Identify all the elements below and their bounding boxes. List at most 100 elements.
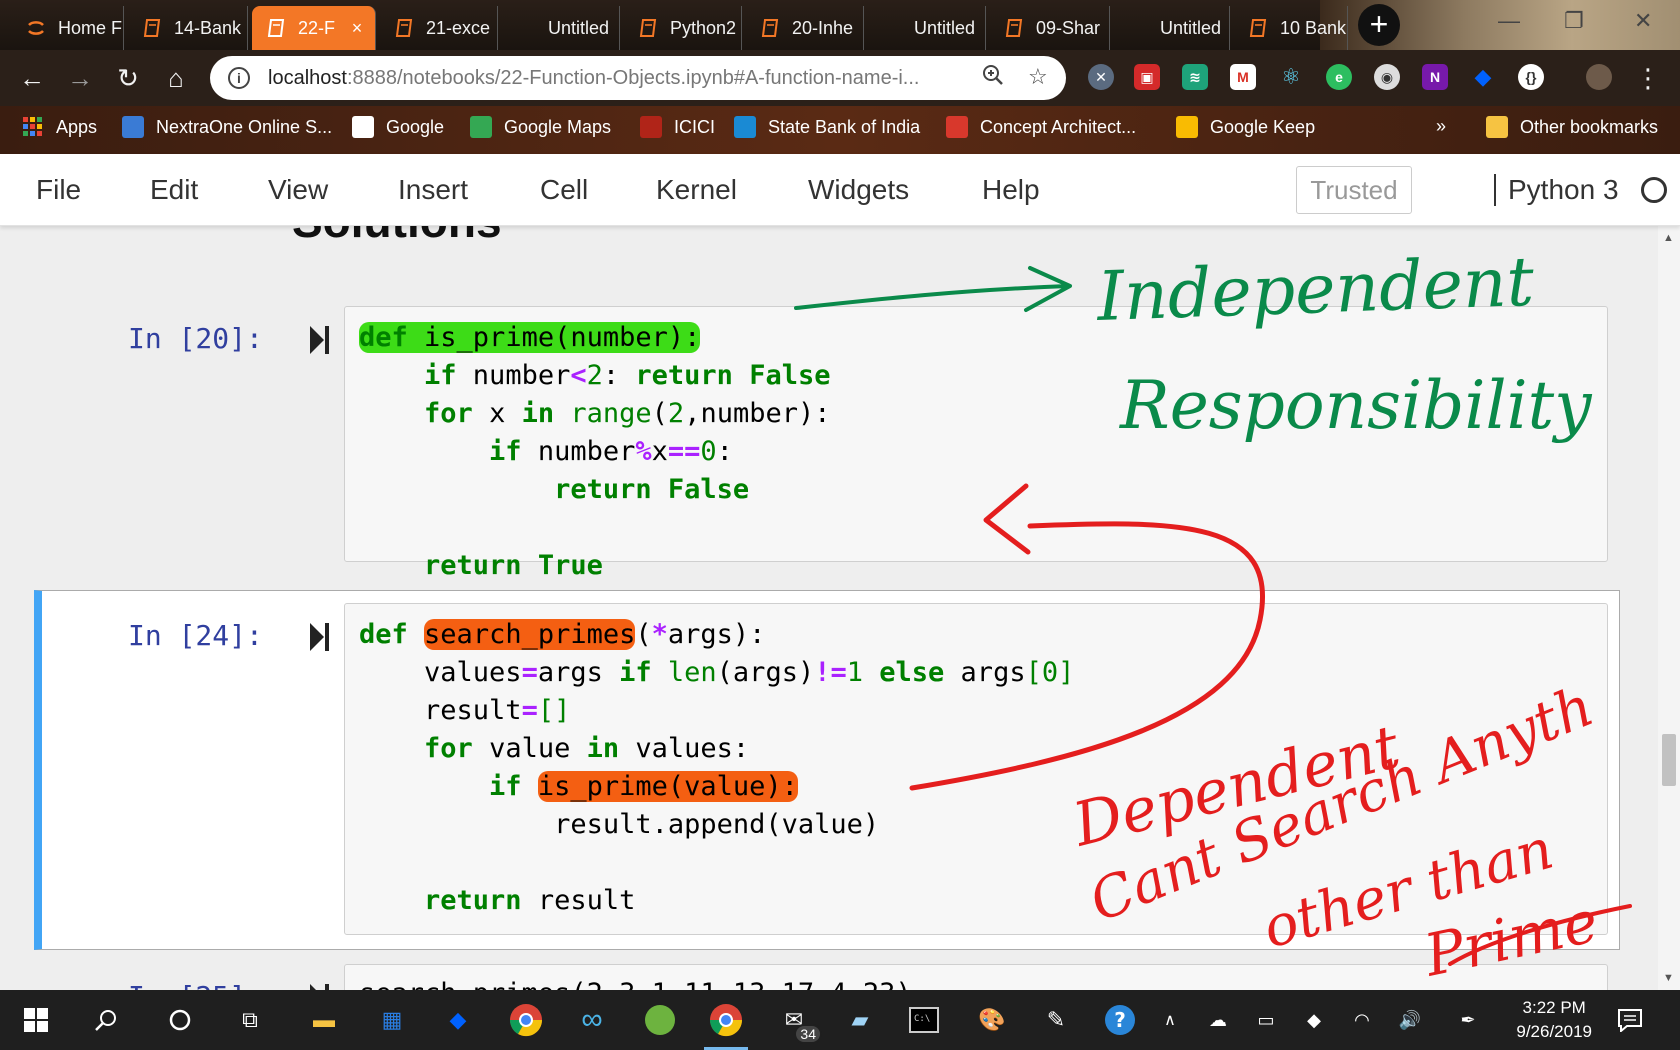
menu-widgets[interactable]: Widgets (808, 174, 909, 206)
code-cell[interactable]: In [25]: search_primes(2,3,1,11,13,17,4,… (34, 964, 1620, 990)
extension-train-icon[interactable]: ▣ (1134, 64, 1160, 90)
tab-title: Untitled (914, 17, 976, 38)
bookmark-star-icon[interactable]: ☆ (1028, 64, 1048, 90)
paint-icon[interactable]: 🎨 (970, 998, 1014, 1042)
extension-stack-icon[interactable]: ≋ (1182, 64, 1208, 90)
bookmark-apps[interactable]: Apps (22, 116, 97, 138)
tab[interactable]: 10 Bank (1234, 6, 1348, 50)
file-explorer-icon[interactable]: ▬ (302, 998, 346, 1042)
search-icon[interactable] (84, 998, 128, 1042)
scroll-down-icon[interactable]: ▼ (1663, 972, 1674, 984)
spring-icon[interactable] (638, 998, 682, 1042)
new-tab-button[interactable]: + (1358, 4, 1400, 46)
cell-input[interactable]: def search_primes(*args): values=args if… (344, 603, 1608, 935)
battery-icon[interactable]: ▭ (1244, 998, 1288, 1042)
tab[interactable]: 09-Shar (990, 6, 1110, 50)
menu-kernel[interactable]: Kernel (656, 174, 737, 206)
menu-edit[interactable]: Edit (150, 174, 198, 206)
code-editor[interactable]: def search_primes(*args): values=args if… (359, 616, 1074, 920)
extension-evernote-icon[interactable]: e (1326, 64, 1352, 90)
forward-icon[interactable]: → (62, 60, 98, 96)
tab[interactable]: 20-Inhe (746, 6, 864, 50)
chrome-menu-icon[interactable]: ⋮ (1630, 60, 1666, 96)
cell-input[interactable]: def is_prime(number): if number<2: retur… (344, 306, 1608, 581)
extension-dropbox-icon[interactable]: ◆ (1470, 64, 1496, 90)
bookmarks-overflow[interactable]: » (1436, 116, 1446, 137)
snipping-icon[interactable]: ✎ (1034, 998, 1078, 1042)
address-bar[interactable]: i localhost :8888/notebooks/22-Function-… (210, 56, 1066, 100)
back-icon[interactable]: ← (14, 60, 50, 96)
other-bookmarks[interactable]: Other bookmarks (1486, 116, 1658, 138)
chrome-active-icon[interactable] (704, 998, 748, 1050)
site-info-icon[interactable]: i (228, 67, 250, 89)
close-window-icon[interactable]: ✕ (1634, 8, 1652, 34)
scroll-up-icon[interactable]: ▲ (1663, 232, 1674, 244)
tab[interactable]: Python2 (624, 6, 742, 50)
help-icon[interactable]: ? (1098, 998, 1142, 1042)
tab-active[interactable]: 22-F × (252, 6, 376, 50)
extension-onenote-icon[interactable]: N (1422, 64, 1448, 90)
tab[interactable]: 21-exce (380, 6, 498, 50)
dropbox-icon[interactable]: ◆ (436, 998, 480, 1042)
bookmark-concept-architect[interactable]: Concept Architect... (946, 116, 1136, 138)
bookmark-icici[interactable]: ICICI (640, 116, 715, 138)
home-icon[interactable]: ⌂ (158, 60, 194, 96)
mail-icon[interactable]: ✉ 34 (772, 998, 822, 1044)
notebook-scrollbar[interactable]: ▲ ▼ (1658, 226, 1680, 990)
extension-gmail-icon[interactable]: M (1230, 64, 1256, 90)
task-view-icon[interactable]: ⧉ (228, 998, 272, 1042)
arduino-icon[interactable]: ∞ (570, 998, 614, 1042)
bookmark-label: ICICI (674, 116, 716, 137)
code-cell-selected[interactable]: In [24]: def search_primes(*args): value… (34, 590, 1620, 950)
menu-insert[interactable]: Insert (398, 174, 468, 206)
chrome-icon[interactable] (504, 998, 548, 1042)
notes-icon[interactable]: ▰ (838, 998, 882, 1042)
bookmark-google-maps[interactable]: Google Maps (470, 116, 611, 138)
run-cell-icon[interactable] (310, 623, 330, 651)
menu-view[interactable]: View (268, 174, 328, 206)
system-clock[interactable]: 3:22 PM 9/26/2019 (1516, 996, 1592, 1044)
tab[interactable]: Untitled (1114, 6, 1230, 50)
close-tab-icon[interactable]: × (347, 18, 367, 39)
menu-file[interactable]: File (36, 174, 81, 206)
bookmark-google[interactable]: Google (352, 116, 444, 138)
windows-start-icon[interactable] (14, 998, 58, 1042)
kernel-name[interactable]: Python 3 (1494, 174, 1619, 206)
bookmark-google-keep[interactable]: Google Keep (1176, 116, 1315, 138)
code-editor[interactable]: def is_prime(number): if number<2: retur… (359, 319, 831, 585)
pen-workspace-icon[interactable]: ✒ (1446, 998, 1490, 1042)
minimize-icon[interactable]: — (1498, 8, 1520, 34)
cell-input[interactable]: search_primes(2,3,1,11,13,17,4,23) (344, 964, 1608, 990)
extension-cross-icon[interactable]: ✕ (1088, 64, 1114, 90)
tab[interactable]: Untitled (502, 6, 620, 50)
restore-icon[interactable]: ❐ (1564, 8, 1584, 34)
store-icon[interactable]: ▦ (370, 998, 414, 1042)
trusted-indicator[interactable]: Trusted (1296, 166, 1412, 214)
terminal-icon[interactable]: C:\ (902, 998, 946, 1042)
reload-icon[interactable]: ↻ (110, 60, 146, 96)
tab[interactable]: 14-Bank (128, 6, 248, 50)
profile-avatar[interactable] (1586, 64, 1612, 90)
tab[interactable]: Untitled (868, 6, 986, 50)
tab-title: Untitled (548, 17, 610, 38)
scrollbar-thumb[interactable] (1662, 734, 1676, 786)
bookmark-state-bank-of-india[interactable]: State Bank of India (734, 116, 920, 138)
dropbox-tray-icon[interactable]: ◆ (1292, 998, 1336, 1042)
code-cell[interactable]: In [20]: def is_prime(number): if number… (34, 262, 1620, 581)
extension-react-icon[interactable]: ⚛ (1278, 64, 1304, 90)
notifications-icon[interactable] (1608, 998, 1652, 1042)
menu-help[interactable]: Help (982, 174, 1040, 206)
onedrive-icon[interactable]: ☁ (1196, 998, 1240, 1042)
zoom-icon[interactable] (982, 64, 1004, 92)
bookmark-nextraone-online-s[interactable]: NextraOne Online S... (122, 116, 332, 138)
wifi-icon[interactable]: ◠ (1340, 998, 1384, 1042)
menu-cell[interactable]: Cell (540, 174, 588, 206)
run-cell-icon[interactable] (310, 326, 330, 354)
code-editor[interactable]: search_primes(2,3,1,11,13,17,4,23) (359, 975, 912, 990)
extension-json-icon[interactable]: {} (1518, 64, 1544, 90)
tab[interactable]: Home F (12, 6, 124, 50)
extension-lens-icon[interactable]: ◉ (1374, 64, 1400, 90)
volume-icon[interactable]: 🔊 (1388, 998, 1432, 1042)
tray-overflow-icon[interactable]: ∧ (1148, 998, 1192, 1042)
cortana-icon[interactable] (158, 998, 202, 1042)
